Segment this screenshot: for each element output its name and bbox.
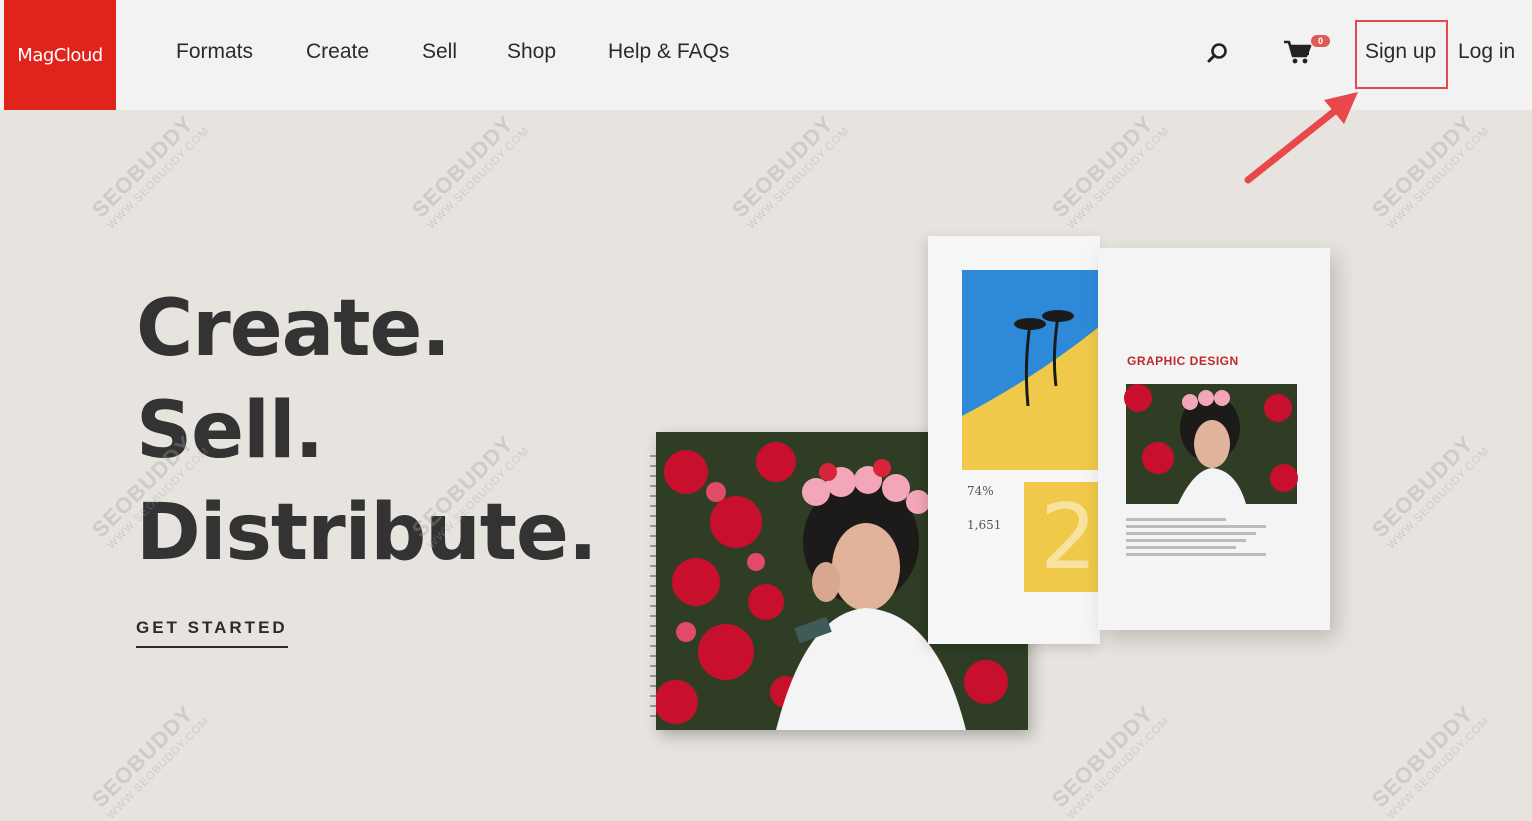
hero-headline-sell: Sell. (136, 386, 324, 476)
svg-text:2: 2 (1040, 485, 1097, 590)
watermark-url: WWW.SEOBUDDY.COM (105, 714, 212, 821)
watermark: SEOBUDDY WWW.SEOBUDDY.COM (87, 107, 212, 232)
watermark: SEOBUDDY WWW.SEOBUDDY.COM (87, 697, 212, 821)
watermark: SEOBUDDY WWW.SEOBUDDY.COM (1367, 697, 1492, 821)
nav-item-formats[interactable]: Formats (176, 40, 253, 64)
watermark-url: WWW.SEOBUDDY.COM (1065, 124, 1172, 232)
watermark-url: WWW.SEOBUDDY.COM (425, 124, 532, 232)
hero-headline-create: Create. (136, 284, 451, 374)
magazine-stat-count: 1,651 (967, 518, 1002, 532)
watermark-brand: SEOBUDDY (1366, 110, 1479, 223)
watermark-url: WWW.SEOBUDDY.COM (105, 124, 212, 232)
magcloud-logo[interactable]: MagCloud (4, 0, 116, 110)
watermark: SEOBUDDY WWW.SEOBUDDY.COM (1367, 427, 1492, 552)
watermark-brand: SEOBUDDY (1046, 110, 1159, 223)
watermark: SEOBUDDY WWW.SEOBUDDY.COM (1367, 107, 1492, 232)
annotation-arrow-icon (1244, 92, 1358, 184)
get-started-button[interactable]: GET STARTED (136, 618, 288, 648)
watermark: SEOBUDDY WWW.SEOBUDDY.COM (407, 107, 532, 232)
watermark: SEOBUDDY WWW.SEOBUDDY.COM (1047, 697, 1172, 821)
cart-count-badge: 0 (1311, 35, 1330, 47)
nav-item-shop[interactable]: Shop (507, 40, 556, 64)
watermark-brand: SEOBUDDY (86, 700, 199, 813)
nav-item-sell[interactable]: Sell (422, 40, 457, 64)
search-icon[interactable] (1204, 39, 1232, 67)
watermark-url: WWW.SEOBUDDY.COM (1385, 714, 1492, 821)
watermark-brand: SEOBUDDY (726, 110, 839, 223)
log-in-link[interactable]: Log in (1458, 40, 1515, 64)
watermark-url: WWW.SEOBUDDY.COM (1385, 124, 1492, 232)
watermark-brand: SEOBUDDY (1366, 430, 1479, 543)
nav-item-help-faqs[interactable]: Help & FAQs (608, 40, 729, 64)
watermark: SEOBUDDY WWW.SEOBUDDY.COM (727, 107, 852, 232)
logo-text: MagCloud (17, 44, 103, 66)
watermark-url: WWW.SEOBUDDY.COM (745, 124, 852, 232)
annotation-highlight-box (1355, 20, 1448, 89)
watermark-brand: SEOBUDDY (406, 110, 519, 223)
magazine-heading: GRAPHIC DESIGN (1127, 354, 1239, 368)
magazine-stat-percent: 74% (967, 484, 994, 498)
magazine-right-page (1098, 248, 1330, 630)
watermark-url: WWW.SEOBUDDY.COM (1065, 714, 1172, 821)
nav-item-create[interactable]: Create (306, 40, 369, 64)
watermark: SEOBUDDY WWW.SEOBUDDY.COM (1047, 107, 1172, 232)
watermark-brand: SEOBUDDY (1046, 700, 1159, 813)
watermark-brand: SEOBUDDY (1366, 700, 1479, 813)
magazine-left-page: 2 (928, 236, 1100, 644)
hero-headline-distribute: Distribute. (136, 488, 598, 578)
watermark-url: WWW.SEOBUDDY.COM (1385, 444, 1492, 552)
watermark-brand: SEOBUDDY (86, 110, 199, 223)
